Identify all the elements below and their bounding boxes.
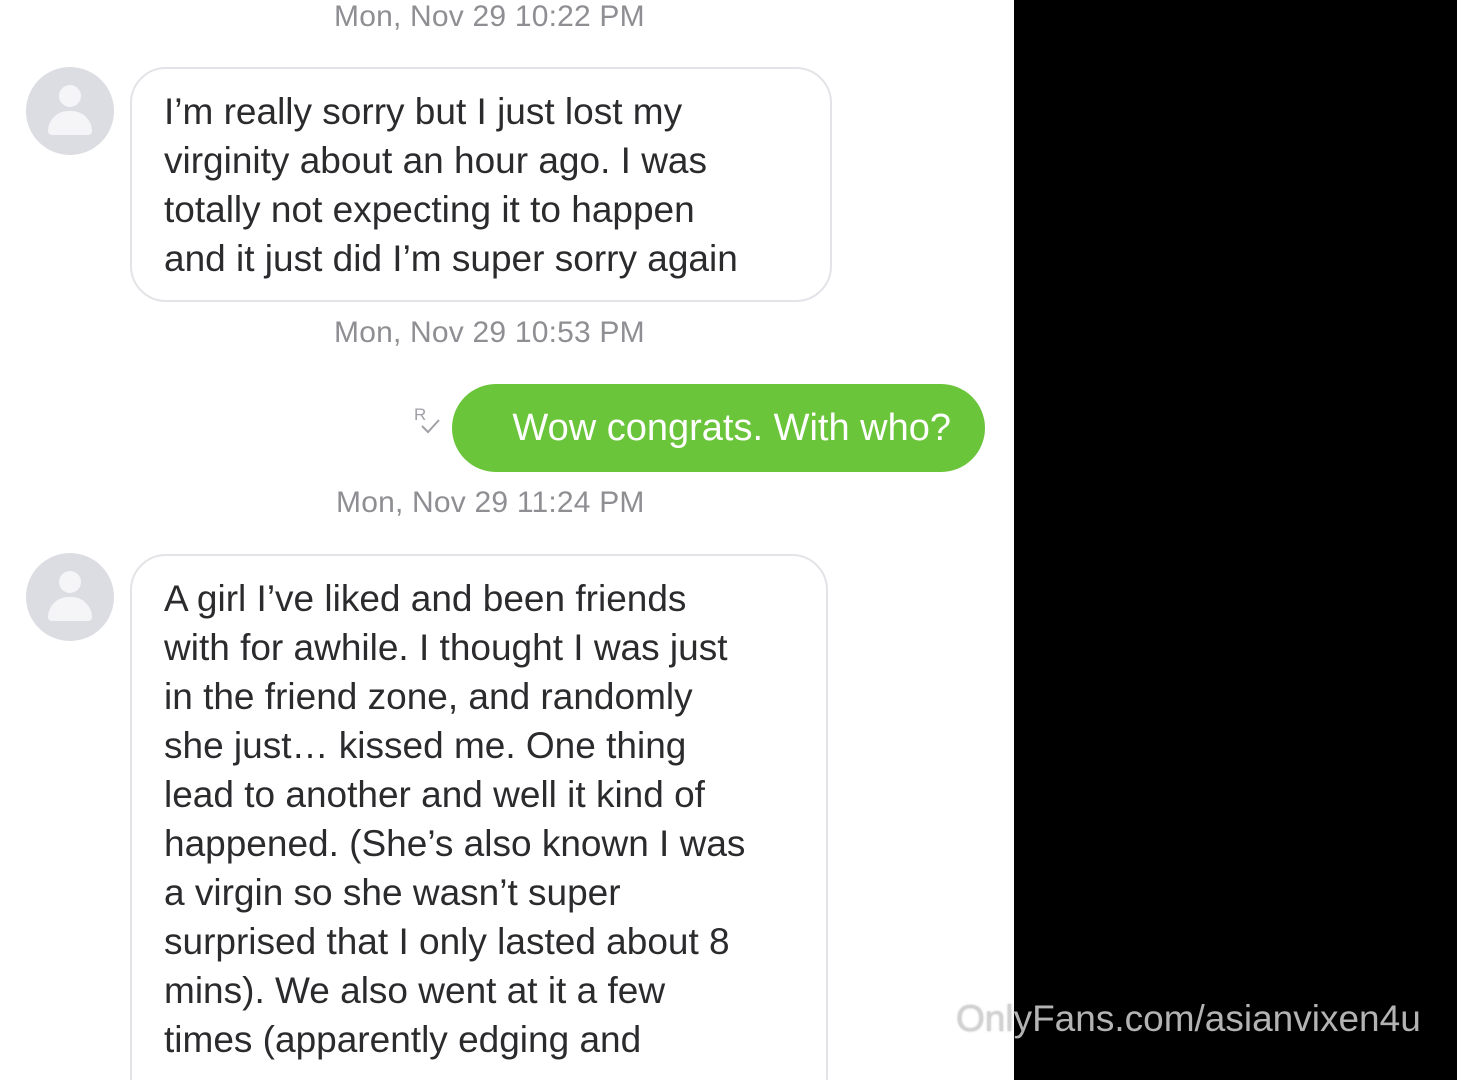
message-text-line: lead to another and well it kind of	[164, 774, 705, 815]
message-timestamp: Mon, Nov 29 11:24 PM	[336, 486, 645, 519]
black-background-panel	[1014, 0, 1457, 1080]
message-text-line: A girl I’ve liked and been friends	[164, 578, 687, 619]
message-text-line: happened. (She’s also known I was	[164, 823, 746, 864]
message-text: Wow congrats. With who?	[512, 406, 951, 449]
message-text-line: and it just did I’m super sorry again	[164, 238, 738, 279]
message-text-line: surprised that I only lasted about 8	[164, 921, 730, 962]
person-icon	[59, 571, 81, 593]
message-timestamp: Mon, Nov 29 10:22 PM	[334, 0, 645, 33]
message-text-line: with for awhile. I thought I was just	[164, 627, 728, 668]
message-text-line: I’m really sorry but I just lost my	[164, 91, 683, 132]
chat-thread: Mon, Nov 29 10:22 PM I’m really sorry bu…	[0, 0, 1014, 1080]
message-text-line: in the friend zone, and randomly	[164, 676, 693, 717]
message-text-line: totally not expecting it to happen	[164, 189, 695, 230]
message-text-line: she just… kissed me. One thing	[164, 725, 687, 766]
contact-avatar[interactable]	[26, 553, 114, 641]
read-receipt-icon: R	[414, 405, 440, 434]
contact-avatar[interactable]	[26, 67, 114, 155]
person-icon	[59, 85, 81, 107]
message-text-line: virginity about an hour ago. I was	[164, 140, 707, 181]
watermark-text: OnlyFans.com/asianvixen4u	[956, 998, 1421, 1039]
message-timestamp: Mon, Nov 29 10:53 PM	[334, 316, 645, 349]
incoming-message-bubble[interactable]: I’m really sorry but I just lost my virg…	[130, 67, 832, 302]
message-text-line: a virgin so she wasn’t super	[164, 872, 621, 913]
message-text-line: mins). We also went at it a few	[164, 970, 666, 1011]
incoming-message-bubble[interactable]: A girl I’ve liked and been friends with …	[130, 554, 828, 1080]
svg-text:R: R	[414, 405, 426, 424]
message-text-line: times (apparently edging and	[164, 1019, 642, 1060]
outgoing-message-bubble[interactable]: Wow congrats. With who?	[452, 384, 985, 472]
